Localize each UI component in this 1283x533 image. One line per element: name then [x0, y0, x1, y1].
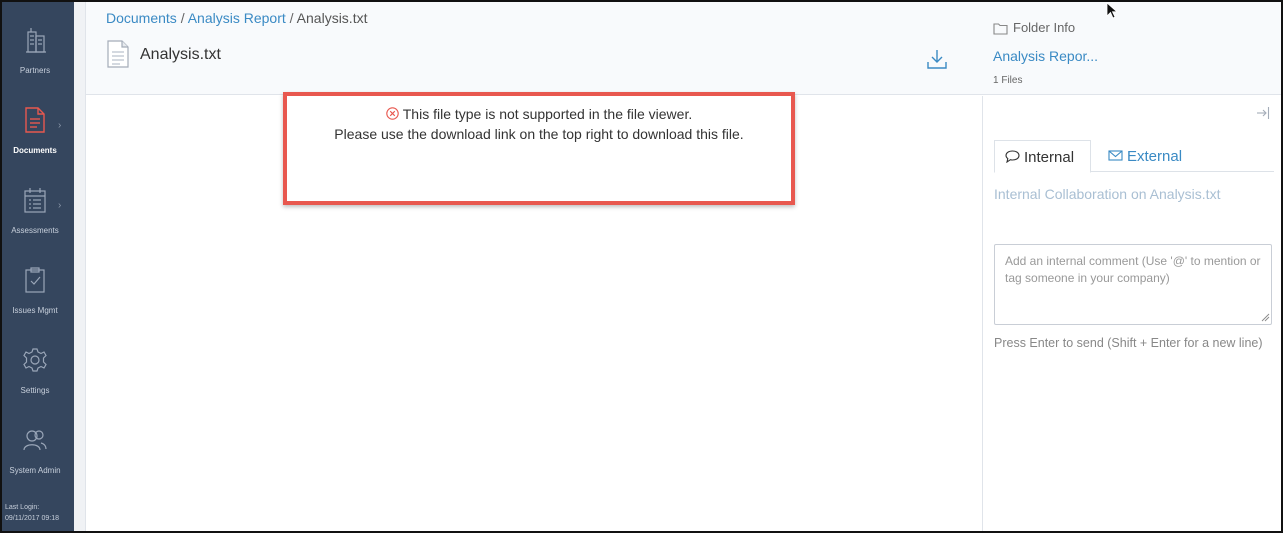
chevron-right-icon: › [58, 200, 62, 211]
chevron-right-icon: › [58, 120, 62, 131]
download-icon[interactable] [926, 48, 948, 70]
breadcrumb-separator: / [289, 10, 294, 26]
sidebar-item-label: Settings [20, 386, 50, 395]
sidebar-item-label: Assessments [11, 226, 59, 235]
sidebar-item-settings[interactable]: Settings [2, 322, 74, 402]
sidebar-item-system-admin[interactable]: System Admin [2, 402, 74, 482]
collaboration-tabs: Internal External [994, 140, 1274, 173]
sidebar: Partners › Documents › Assessments Issue… [2, 2, 74, 531]
last-login-label: Last Login: [5, 504, 40, 511]
file-viewer: This file type is not supported in the f… [86, 92, 983, 531]
clipboard-check-icon [25, 267, 45, 293]
collaboration-panel: Internal External Internal Collaboration… [984, 96, 1281, 531]
file-header: Documents / Analysis Report / Analysis.t… [86, 2, 1281, 95]
collaboration-title: Internal Collaboration on Analysis.txt [994, 186, 1221, 202]
breadcrumb-analysis-report[interactable]: Analysis Report [188, 10, 286, 26]
folder-info-label: Folder Info [1013, 20, 1076, 35]
send-hint: Press Enter to send (Shift + Enter for a… [994, 336, 1263, 350]
last-login: Last Login: 09/11/2017 09:18 [5, 502, 59, 524]
tab-internal[interactable]: Internal [994, 140, 1091, 173]
sidebar-item-label: Documents [13, 146, 57, 155]
sidebar-item-label: Partners [19, 66, 51, 75]
folder-icon [993, 23, 1008, 35]
breadcrumb-separator: / [180, 10, 185, 26]
building-icon [26, 28, 46, 53]
breadcrumb-documents[interactable]: Documents [106, 10, 177, 26]
tab-external-label: External [1127, 148, 1183, 165]
sidebar-item-label: System Admin [9, 466, 61, 475]
sidebar-item-issues-mgmt[interactable]: Issues Mgmt [2, 242, 74, 322]
tab-external[interactable]: External [1098, 140, 1198, 173]
folder-link[interactable]: Analysis Repor... [993, 48, 1098, 64]
file-title: Analysis.txt [140, 46, 221, 63]
app-window: Partners › Documents › Assessments Issue… [0, 0, 1283, 533]
alert-line-2: Please use the download link on the top … [334, 126, 744, 142]
mouse-pointer-icon [1106, 2, 1118, 19]
text-file-icon [107, 40, 129, 68]
alert-line-1: This file type is not supported in the f… [287, 106, 791, 122]
resize-grip-icon[interactable] [1260, 312, 1270, 322]
alert-message: This file type is not supported in the f… [402, 106, 693, 122]
error-circle-icon [386, 107, 399, 120]
sidebar-item-partners[interactable]: Partners [2, 2, 74, 82]
sidebar-gutter [74, 2, 86, 531]
document-icon [25, 107, 45, 133]
sidebar-item-label: Issues Mgmt [12, 306, 58, 315]
folder-file-count: 1 Files [993, 75, 1023, 86]
sidebar-item-documents[interactable]: › Documents [2, 82, 74, 162]
comment-input[interactable] [994, 244, 1272, 325]
collapse-panel-icon[interactable] [1256, 106, 1270, 120]
tab-internal-label: Internal [1024, 149, 1075, 166]
gear-icon [23, 348, 47, 372]
breadcrumb-current: Analysis.txt [296, 10, 368, 26]
speech-bubble-icon [1005, 150, 1020, 163]
users-icon [23, 430, 47, 451]
breadcrumb: Documents / Analysis Report / Analysis.t… [106, 10, 367, 26]
sidebar-item-assessments[interactable]: › Assessments [2, 162, 74, 242]
unsupported-file-alert: This file type is not supported in the f… [283, 92, 795, 205]
envelope-icon [1108, 150, 1123, 161]
calendar-list-icon [24, 188, 46, 213]
last-login-value: 09/11/2017 09:18 [5, 515, 59, 522]
